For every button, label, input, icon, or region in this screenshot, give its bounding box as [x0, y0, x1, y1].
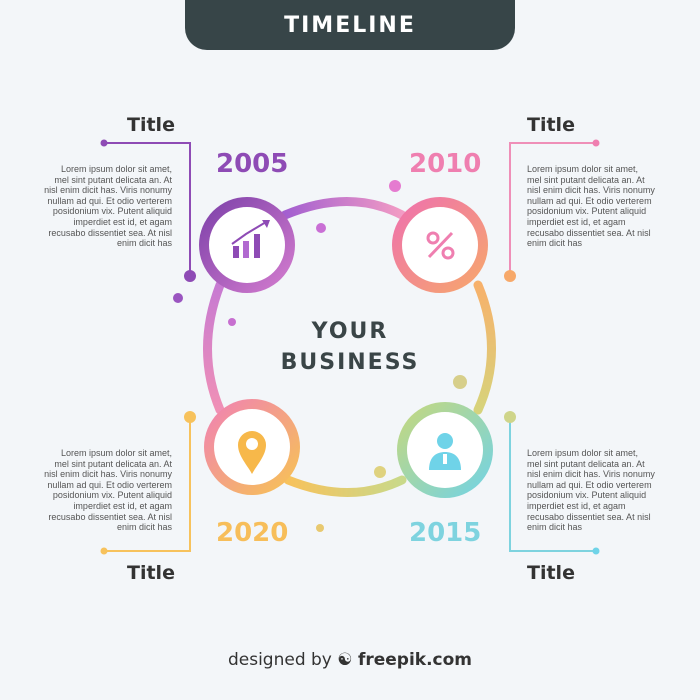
milestone-year-2010: 2010: [409, 149, 482, 179]
milestone-title-2010: Title: [527, 114, 575, 136]
decor-dot: [316, 524, 324, 532]
connector-bottom: [283, 475, 407, 497]
center-label: YOUR BUSINESS: [250, 316, 450, 378]
credit-brand: freepik.com: [357, 650, 473, 670]
footer-credit: designed by ☯ freepik.com: [0, 650, 700, 670]
decor-dot: [228, 318, 236, 326]
decor-dot: [453, 375, 467, 389]
credit-prefix: designed by: [227, 650, 332, 670]
connector-left: [203, 280, 225, 415]
milestone-year-2005: 2005: [216, 149, 289, 179]
milestone-node-2015: [397, 402, 493, 498]
freepik-logo-icon: ☯: [337, 650, 353, 670]
decor-dot: [389, 180, 401, 192]
milestone-year-2015: 2015: [409, 518, 482, 548]
center-label-line1: YOUR: [311, 319, 389, 344]
connector-right: [473, 280, 496, 415]
decor-dot: [374, 466, 386, 478]
milestone-text-2015: Lorem ipsum dolor sit amet, mel sint put…: [527, 448, 655, 533]
milestone-title-2005: Title: [127, 114, 175, 136]
milestone-year-2020: 2020: [216, 518, 289, 548]
connector-top: [280, 197, 407, 220]
center-label-line2: BUSINESS: [280, 350, 420, 375]
milestone-title-2015: Title: [527, 562, 575, 584]
milestone-title-2020: Title: [127, 562, 175, 584]
milestone-text-2005: Lorem ipsum dolor sit amet, mel sint put…: [44, 164, 172, 249]
milestone-text-2010: Lorem ipsum dolor sit amet, mel sint put…: [527, 164, 655, 249]
decor-dot: [316, 223, 326, 233]
milestone-text-2020: Lorem ipsum dolor sit amet, mel sint put…: [44, 448, 172, 533]
